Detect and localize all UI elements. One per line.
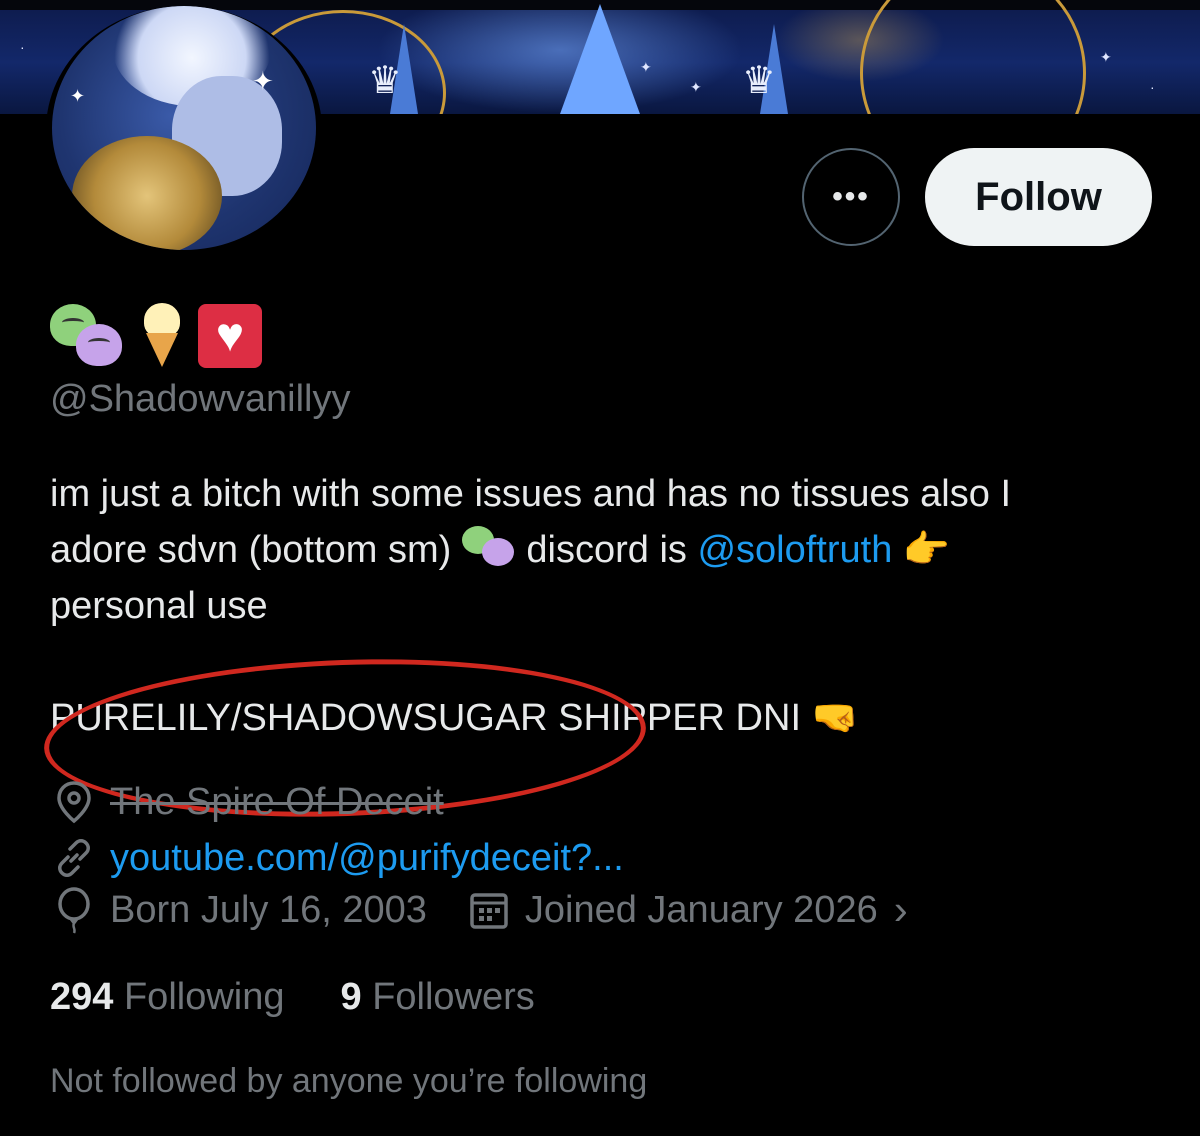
bio-line-3: personal use <box>50 585 268 627</box>
following-label: Following <box>123 976 285 1018</box>
banner-gold-arc <box>860 0 1086 114</box>
following-count: 294 <box>50 976 114 1018</box>
avatar[interactable]: ✦ ✦ <box>46 6 322 254</box>
calendar-icon <box>465 886 513 934</box>
website-row: youtube.com/@purifydeceit?... <box>50 834 624 882</box>
avatar-gold-mask <box>72 136 222 250</box>
balloon-icon <box>50 886 98 934</box>
website-link[interactable]: youtube.com/@purifydeceit?... <box>110 837 624 880</box>
bio-line-2-mid: discord is <box>526 529 687 571</box>
follow-button[interactable]: Follow <box>925 148 1152 246</box>
link-icon <box>50 834 98 882</box>
mention-link[interactable]: @soloftruth <box>697 529 892 571</box>
banner-star: · <box>20 39 25 55</box>
followers-count: 9 <box>340 976 362 1018</box>
not-followed-notice: Not followed by anyone you’re following <box>50 1062 648 1100</box>
white-heart-emoji: ♥ <box>198 304 262 368</box>
banner-star: ✦ <box>640 59 652 75</box>
avatar-image: ✦ ✦ <box>52 6 316 250</box>
display-name: ♥ <box>50 300 262 372</box>
banner-star: ✦ <box>690 79 702 95</box>
banner-crown: ♛ <box>368 60 403 102</box>
following-link[interactable]: 294 Following <box>50 976 285 1019</box>
banner-star: ✦ <box>1100 49 1112 65</box>
pointing-hand-emoji: 👉 <box>902 529 951 571</box>
profile-bio: im just a bitch with some issues and has… <box>50 466 1160 634</box>
birthday-joined-row: Born July 16, 2003 Joined January 2026 › <box>50 886 908 934</box>
followers-link[interactable]: 9 Followers <box>341 976 535 1019</box>
banner-crown: ♛ <box>742 60 777 102</box>
bio-line-2-start: adore sdvn (bottom sm) <box>50 529 452 571</box>
banner-star: · <box>1150 79 1155 95</box>
follow-stats: 294 Following 9 Followers <box>50 976 535 1019</box>
bio-dni-line: PURELILY/SHADOWSUGAR SHIPPER DNI 🤜 <box>50 690 859 746</box>
followers-label: Followers <box>372 976 535 1018</box>
banner-spire <box>560 4 640 114</box>
birthday-text: Born July 16, 2003 <box>110 888 427 931</box>
soft-ice-cream-emoji <box>142 303 182 369</box>
fist-emoji: 🤜 <box>811 697 859 739</box>
chevron-right-icon: › <box>893 886 908 933</box>
location-row: The Spire Of Deceit <box>50 778 444 826</box>
bio-line-1: im just a bitch with some issues and has… <box>50 473 1012 515</box>
profile-handle: @Shadowvanillyy <box>50 378 351 420</box>
joined-text: Joined January 2026 <box>524 888 878 931</box>
location-pin-icon <box>50 778 98 826</box>
more-options-button[interactable]: ••• <box>802 148 900 246</box>
avatar-sparkle-icon: ✦ <box>252 66 274 96</box>
performing-arts-emoji <box>461 526 516 566</box>
location-text: The Spire Of Deceit <box>110 780 444 823</box>
joined-info[interactable]: Joined January 2026 › <box>465 886 908 934</box>
dni-text: PURELILY/SHADOWSUGAR SHIPPER DNI <box>50 697 802 739</box>
avatar-sparkle-icon: ✦ <box>70 86 86 106</box>
performing-arts-emoji <box>50 304 126 368</box>
